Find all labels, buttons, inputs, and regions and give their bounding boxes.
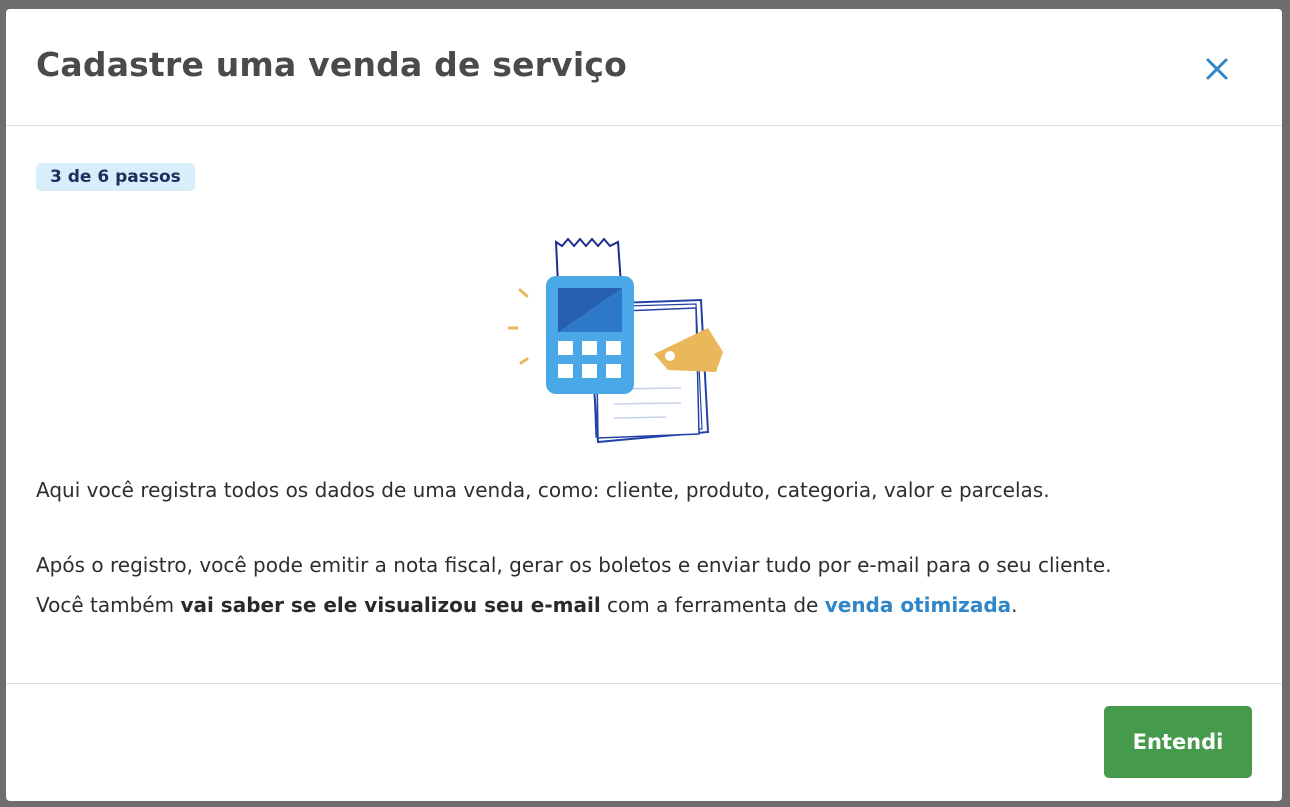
paragraph-3-prefix: Você também xyxy=(36,593,181,617)
paragraph-3-highlight: vai saber se ele visualizou seu e-mail xyxy=(180,593,601,617)
venda-otimizada-link[interactable]: venda otimizada xyxy=(825,593,1011,617)
description-paragraph-3: Você também vai saber se ele visualizou … xyxy=(36,593,1018,617)
close-button[interactable] xyxy=(1201,53,1233,85)
step-badge: 3 de 6 passos xyxy=(36,163,195,191)
payment-terminal-illustration xyxy=(496,224,726,454)
modal-title: Cadastre uma venda de serviço xyxy=(36,45,627,84)
modal-footer: Entendi xyxy=(6,683,1282,801)
paragraph-3-suffix: . xyxy=(1011,593,1018,617)
description-paragraph-2: Após o registro, você pode emitir a nota… xyxy=(36,553,1112,577)
entendi-button[interactable]: Entendi xyxy=(1104,706,1252,778)
close-icon xyxy=(1206,58,1228,80)
paragraph-3-middle: com a ferramenta de xyxy=(600,593,825,617)
modal-header: Cadastre uma venda de serviço xyxy=(6,9,1282,126)
service-sale-modal: Cadastre uma venda de serviço 3 de 6 pas… xyxy=(6,9,1282,801)
description-paragraph-1: Aqui você registra todos os dados de uma… xyxy=(36,478,1050,502)
